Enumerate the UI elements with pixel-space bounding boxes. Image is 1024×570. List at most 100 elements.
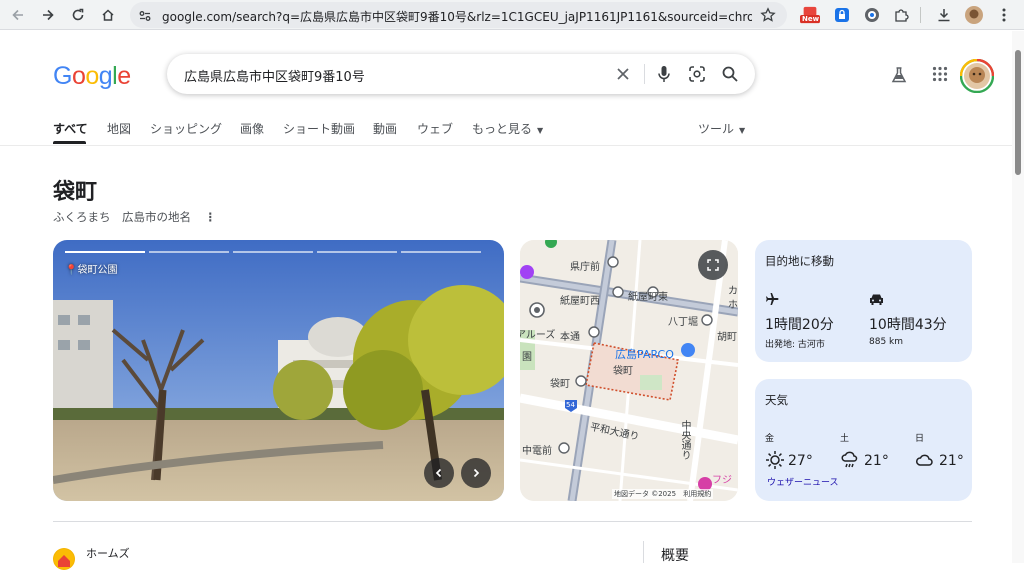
- new-badge: New: [802, 15, 820, 23]
- weather-day-label: 金: [765, 434, 775, 444]
- search-icon[interactable]: [720, 64, 740, 84]
- map-label-fukuromachi: 袋町: [613, 366, 633, 377]
- expand-icon: [707, 259, 719, 271]
- cloud-icon: [915, 450, 935, 470]
- site-info-icon[interactable]: [138, 8, 152, 22]
- story-progress: [65, 251, 504, 253]
- map-label-kamiyacho-higashi: 紙屋町東: [628, 292, 668, 303]
- labs-flask-icon[interactable]: [890, 66, 910, 86]
- airplane-icon: [765, 291, 781, 307]
- tab-more-label: もっと見る: [472, 122, 533, 136]
- source-favicon: [53, 548, 75, 570]
- weather-title: 天気: [765, 393, 788, 407]
- tab-videos[interactable]: 動画: [373, 120, 397, 137]
- google-logo[interactable]: Google: [53, 62, 131, 91]
- map-label-fuji: フジ: [712, 475, 732, 486]
- photo-location-label: 袋町公園: [77, 265, 118, 276]
- flight-time: 1時間20分: [765, 317, 834, 333]
- apps-grid-icon[interactable]: [932, 66, 950, 84]
- toolbar-divider: [920, 7, 921, 23]
- photo-location-tag: 📍袋町公園: [65, 261, 117, 276]
- tab-shopping[interactable]: ショッピング: [150, 120, 222, 137]
- car-icon: [869, 291, 885, 307]
- tools-caret-icon: ▼: [739, 126, 746, 135]
- bookmark-star-icon[interactable]: [760, 7, 776, 23]
- extension-translate-icon[interactable]: [862, 5, 882, 25]
- weather-temp: 21°: [939, 453, 964, 469]
- drive-distance: 885 km: [869, 337, 904, 347]
- microphone-icon[interactable]: [654, 64, 674, 84]
- tab-more[interactable]: もっと見る ▼: [472, 120, 543, 137]
- map-label-kenchomae: 県庁前: [570, 262, 600, 273]
- map-label-ho: ホ: [728, 300, 738, 311]
- browser-menu-icon[interactable]: [994, 5, 1014, 25]
- account-avatar-icon[interactable]: [959, 58, 995, 94]
- map-route-number: 54: [566, 401, 575, 409]
- reload-icon[interactable]: [68, 5, 88, 25]
- entity-subtitle: ふくろまち 広島市の地名 ⋮: [53, 209, 216, 225]
- more-options-icon[interactable]: ⋮: [205, 210, 217, 224]
- directions-card[interactable]: 目的地に移動 1時間20分 出発地: 古河市 10時間43分 885 km: [755, 240, 972, 362]
- photo-prev-button[interactable]: [424, 458, 454, 488]
- drive-time: 10時間43分: [869, 317, 947, 333]
- map-expand-button[interactable]: [698, 250, 728, 280]
- overview-heading: 概要: [661, 548, 689, 564]
- clear-icon[interactable]: [613, 64, 633, 84]
- back-icon[interactable]: [8, 5, 28, 25]
- tab-all[interactable]: すべて: [53, 120, 88, 137]
- download-icon[interactable]: [934, 5, 954, 25]
- tools-button[interactable]: ツール ▼: [698, 120, 745, 137]
- map-terms-link[interactable]: 利用規約: [683, 490, 711, 498]
- extension-new-icon[interactable]: New: [800, 5, 820, 25]
- map-label-fukuromachi-stop: 袋町: [550, 379, 570, 390]
- home-icon[interactable]: [98, 5, 118, 25]
- map-label-hondori: 本通: [560, 332, 580, 343]
- url-text[interactable]: google.com/search?q=広島県広島市中区袋町9番10号&rlz=…: [162, 8, 752, 25]
- tab-maps[interactable]: 地図: [107, 120, 131, 137]
- tab-images[interactable]: 画像: [240, 120, 264, 137]
- sun-icon: [765, 450, 785, 470]
- map-label-ebisu: 胡町: [717, 332, 737, 343]
- map-label-kamiyacho-nishi: 紙屋町西: [560, 296, 600, 307]
- extension-lock-icon[interactable]: [832, 5, 852, 25]
- map-label-chuden: 中電前: [522, 446, 552, 457]
- chevron-left-icon: [435, 468, 442, 478]
- weather-temp: 21°: [864, 453, 889, 469]
- weather-card[interactable]: 天気 金 土 日 27° 21° 21° ウェザーニュース: [755, 379, 972, 501]
- street-photo[interactable]: 📍袋町公園: [53, 240, 504, 501]
- section-divider: [53, 521, 972, 522]
- active-tab-indicator: [53, 141, 86, 144]
- scrollbar-thumb[interactable]: [1015, 50, 1021, 175]
- profile-avatar-icon[interactable]: [964, 5, 984, 25]
- map-attribution: 地図データ ©2025 利用規約: [612, 489, 714, 499]
- extensions-puzzle-icon[interactable]: [891, 5, 911, 25]
- forward-icon[interactable]: [38, 5, 58, 25]
- chevron-right-icon: [473, 468, 480, 478]
- search-divider: [644, 64, 645, 84]
- map-preview[interactable]: 県庁前 紙屋町西 紙屋町東 八丁堀 本通 広島PARCO 袋町 袋町 平和大通り…: [520, 240, 738, 501]
- tools-label: ツール: [698, 122, 735, 136]
- column-divider: [643, 541, 644, 563]
- browser-toolbar: google.com/search?q=広島県広島市中区袋町9番10号&rlz=…: [0, 0, 1024, 30]
- more-caret-icon: ▼: [537, 126, 544, 135]
- rain-icon: [840, 450, 860, 470]
- map-label-arus: アルーズ: [520, 330, 556, 341]
- tabs-divider: [0, 145, 1012, 146]
- map-label-chuo: 中央通り: [679, 420, 690, 460]
- map-copyright: 地図データ ©2025: [614, 490, 677, 498]
- lens-camera-icon[interactable]: [687, 64, 707, 84]
- search-box[interactable]: 広島県広島市中区袋町9番10号: [167, 54, 755, 94]
- photo-next-button[interactable]: [461, 458, 491, 488]
- tab-short-videos[interactable]: ショート動画: [283, 120, 355, 137]
- location-pin-icon: 📍: [65, 265, 78, 276]
- weather-day-label: 土: [840, 434, 850, 444]
- search-input[interactable]: 広島県広島市中区袋町9番10号: [184, 66, 365, 85]
- weather-day-label: 日: [915, 434, 925, 444]
- weather-source-link[interactable]: ウェザーニュース: [767, 475, 839, 488]
- weather-temp: 27°: [788, 453, 813, 469]
- source-name[interactable]: ホームズ: [86, 545, 130, 561]
- tab-web[interactable]: ウェブ: [417, 120, 453, 137]
- entity-description: ふくろまち 広島市の地名: [53, 210, 191, 224]
- address-bar[interactable]: google.com/search?q=広島県広島市中区袋町9番10号&rlz=…: [130, 2, 787, 28]
- map-label-parco: 広島PARCO: [615, 348, 674, 361]
